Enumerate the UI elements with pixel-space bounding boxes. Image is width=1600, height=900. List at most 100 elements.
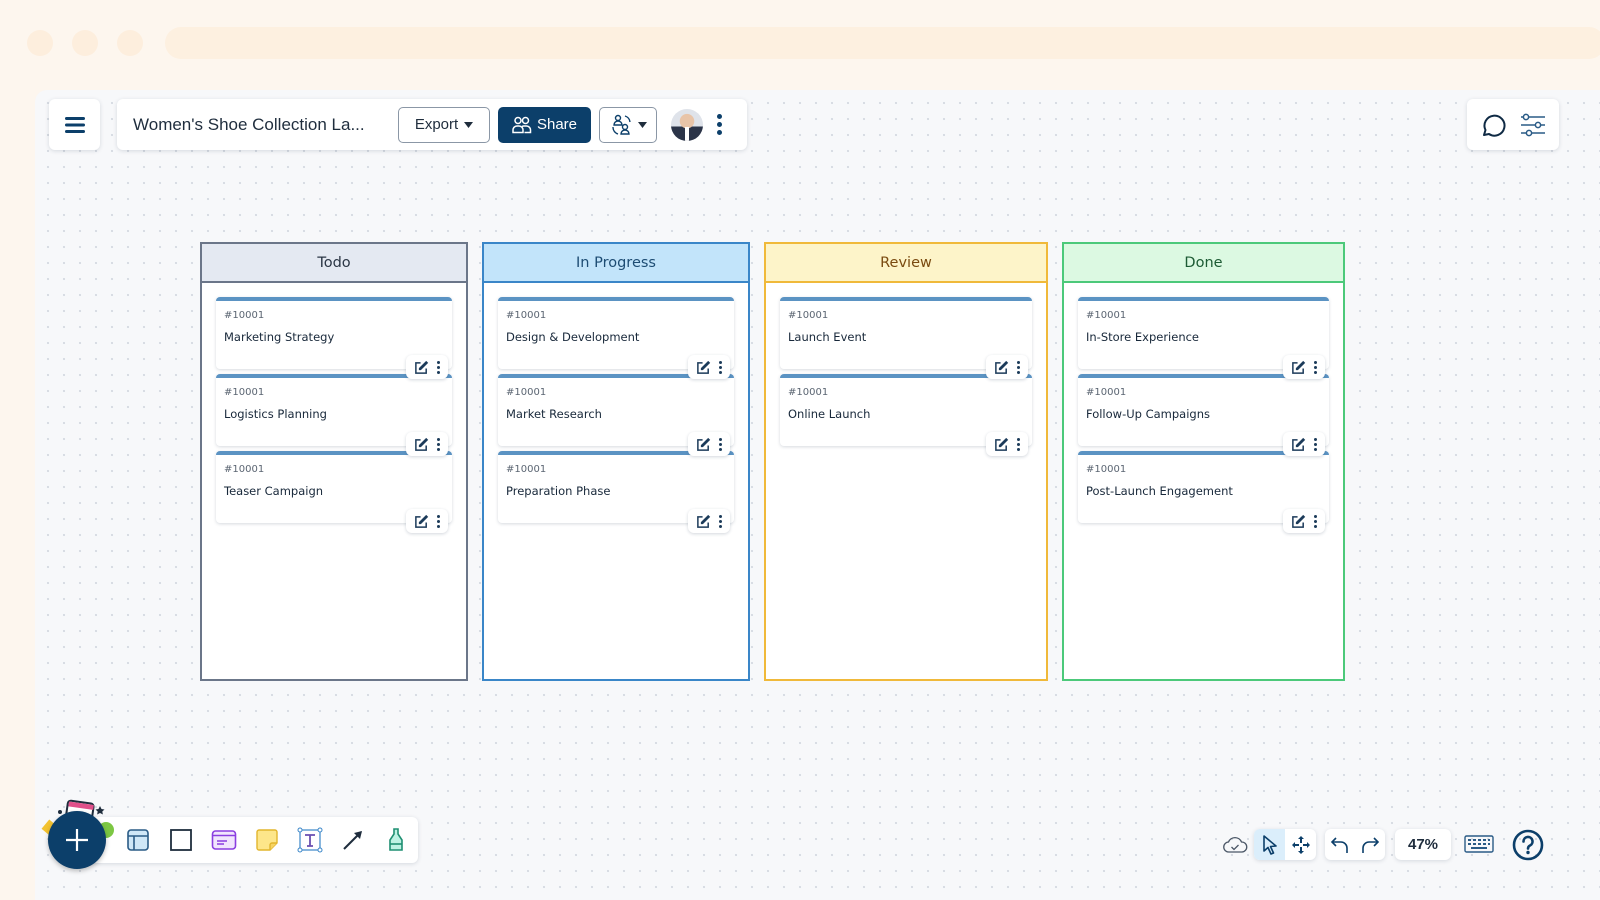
collaborators-dropdown[interactable]	[599, 106, 657, 143]
card-more-button[interactable]	[1314, 514, 1317, 528]
share-button[interactable]: Share	[498, 106, 591, 143]
edit-icon[interactable]	[994, 360, 1009, 375]
right-tools-panel	[1467, 99, 1559, 150]
edit-icon[interactable]	[696, 360, 711, 375]
creation-toolbar	[80, 817, 418, 863]
window-minimize-dot[interactable]	[72, 30, 98, 56]
task-card[interactable]: #10001 Marketing Strategy	[216, 297, 452, 379]
column-header: Todo	[202, 244, 466, 283]
card-id: #10001	[788, 310, 829, 321]
help-button[interactable]	[1512, 829, 1544, 866]
card-actions	[406, 432, 448, 456]
card-actions	[1283, 509, 1325, 533]
zoom-level[interactable]: 47%	[1395, 829, 1451, 860]
edit-icon[interactable]	[994, 437, 1009, 452]
task-card[interactable]: #10001 In-Store Experience	[1078, 297, 1329, 379]
card-id: #10001	[224, 310, 265, 321]
redo-button[interactable]	[1360, 835, 1380, 855]
user-avatar[interactable]	[671, 108, 703, 141]
task-card[interactable]: #10001 Launch Event	[780, 297, 1032, 379]
users-icon	[512, 116, 532, 133]
edit-icon[interactable]	[1291, 360, 1306, 375]
card-more-button[interactable]	[719, 514, 722, 528]
card-id: #10001	[506, 464, 547, 475]
settings-button[interactable]	[1519, 112, 1547, 138]
tool-rectangle[interactable]	[159, 820, 202, 860]
highlighter-icon	[389, 828, 404, 851]
edit-icon[interactable]	[696, 514, 711, 529]
window-close-dot[interactable]	[27, 30, 53, 56]
task-card[interactable]: #10001 Market Research	[498, 374, 734, 456]
card-more-button[interactable]	[1017, 360, 1020, 374]
column-in-progress[interactable]: In Progress #10001 Design & Development …	[482, 242, 750, 681]
select-tool-button[interactable]	[1254, 829, 1285, 860]
document-toolbar: Women's Shoe Collection La... Export Sha…	[117, 99, 747, 150]
card-more-button[interactable]	[437, 437, 440, 451]
hamburger-menu-icon	[64, 116, 85, 133]
card-icon	[211, 830, 237, 850]
edit-icon[interactable]	[1291, 514, 1306, 529]
task-card[interactable]: #10001 Follow-Up Campaigns	[1078, 374, 1329, 456]
card-title: Teaser Campaign	[224, 484, 324, 498]
card-more-button[interactable]	[437, 514, 440, 528]
tool-template[interactable]	[116, 820, 159, 860]
task-card[interactable]: #10001 Design & Development	[498, 297, 734, 379]
task-card[interactable]: #10001 Logistics Planning	[216, 374, 452, 456]
column-review[interactable]: Review #10001 Launch Event #10001 Online…	[764, 242, 1048, 681]
task-card[interactable]: #10001 Post-Launch Engagement	[1078, 451, 1329, 533]
plus-icon	[66, 829, 88, 851]
card-id: #10001	[1086, 464, 1127, 475]
window-maximize-dot[interactable]	[117, 30, 143, 56]
comments-button[interactable]	[1479, 111, 1507, 139]
edit-icon[interactable]	[414, 437, 429, 452]
tool-highlighter[interactable]	[375, 820, 418, 860]
export-button[interactable]: Export	[398, 106, 490, 143]
tool-text[interactable]	[289, 820, 332, 860]
edit-icon[interactable]	[696, 437, 711, 452]
card-title: Marketing Strategy	[224, 330, 335, 344]
column-header: Review	[766, 244, 1046, 283]
card-more-button[interactable]	[719, 437, 722, 451]
card-title: Online Launch	[788, 407, 871, 421]
column-done[interactable]: Done #10001 In-Store Experience #10001 F…	[1062, 242, 1345, 681]
arrow-icon	[343, 831, 363, 850]
task-card[interactable]: #10001 Preparation Phase	[498, 451, 734, 533]
edit-icon[interactable]	[1291, 437, 1306, 452]
card-actions	[688, 355, 730, 379]
card-more-button[interactable]	[1017, 437, 1020, 451]
column-header: In Progress	[484, 244, 748, 283]
cloud-sync-status[interactable]	[1222, 834, 1248, 856]
main-menu-button[interactable]	[49, 99, 100, 150]
card-actions	[688, 432, 730, 456]
pointer-tools	[1254, 829, 1316, 860]
card-id: #10001	[224, 464, 265, 475]
tool-sticky-note[interactable]	[245, 820, 288, 860]
rectangle-icon	[169, 829, 192, 851]
undo-icon	[1330, 836, 1348, 853]
tool-arrow[interactable]	[332, 820, 375, 860]
browser-chrome	[0, 0, 1600, 90]
user-switch-icon	[611, 114, 631, 135]
task-card[interactable]: #10001 Online Launch	[780, 374, 1032, 456]
keyboard-icon	[1464, 835, 1494, 853]
task-card[interactable]: #10001 Teaser Campaign	[216, 451, 452, 533]
card-actions	[1283, 432, 1325, 456]
column-todo[interactable]: Todo #10001 Marketing Strategy #10001 Lo…	[200, 242, 468, 681]
tool-card[interactable]	[202, 820, 245, 860]
edit-icon[interactable]	[414, 360, 429, 375]
keyboard-shortcuts-button[interactable]	[1464, 834, 1494, 854]
card-title: Launch Event	[788, 330, 867, 344]
card-more-button[interactable]	[1314, 360, 1317, 374]
document-title[interactable]: Women's Shoe Collection La...	[133, 115, 398, 135]
address-bar[interactable]	[165, 27, 1600, 59]
add-button[interactable]	[48, 811, 106, 869]
pan-tool-button[interactable]	[1285, 829, 1316, 860]
cursor-icon	[1262, 834, 1277, 855]
template-icon	[126, 829, 149, 851]
card-more-button[interactable]	[1314, 437, 1317, 451]
edit-icon[interactable]	[414, 514, 429, 529]
card-more-button[interactable]	[437, 360, 440, 374]
more-options-button[interactable]	[715, 112, 724, 137]
undo-button[interactable]	[1330, 835, 1350, 855]
card-more-button[interactable]	[719, 360, 722, 374]
